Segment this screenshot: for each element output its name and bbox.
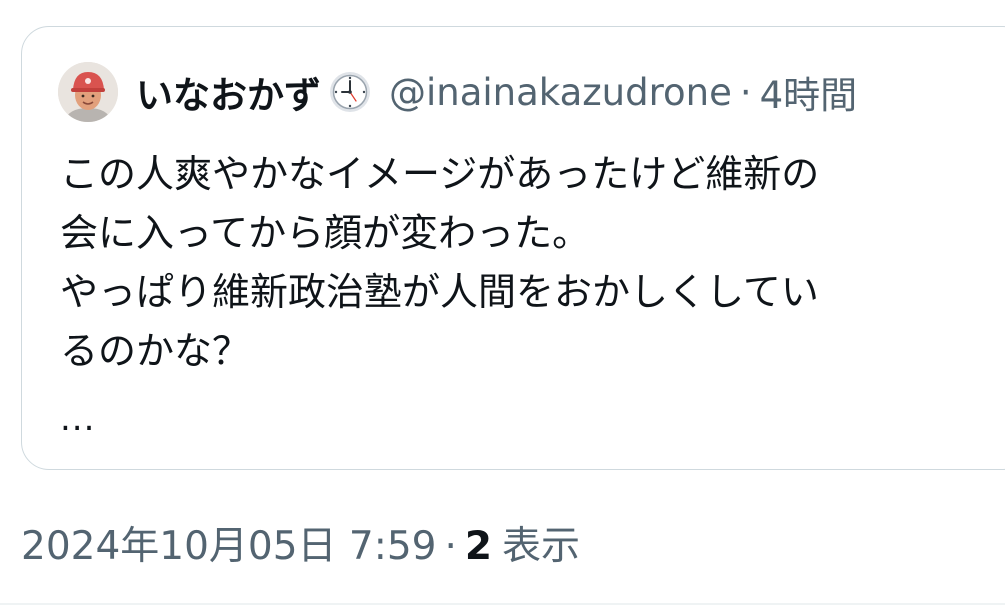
truncation-ellipsis: ... [60,399,96,439]
tweet-meta: 2024年10月05日 7:59 · 2 表示 [21,515,580,571]
quoted-tweet-header: いなおかず @inainakazudrone · 4時間 [58,61,857,123]
relative-time[interactable]: 4時間 [760,65,858,119]
views-count: 2 [464,524,493,569]
views-label: 表示 [502,524,581,569]
header-separator: · [739,70,752,114]
avatar-image [58,62,118,122]
divider [0,603,1005,605]
tweet-timestamp[interactable]: 2024年10月05日 7:59 [21,515,436,571]
meta-separator: · [444,524,457,569]
tweet-text-line: 会に入ってから顔が変わった。 [60,211,591,255]
tweet-text-line: この人爽やかなイメージがあったけど維新の [60,152,820,196]
quoted-tweet-text: この人爽やかなイメージがあったけど維新の 会に入ってから顔が変わった。 やっぱり… [60,145,980,381]
tweet-detail: いなおかず @inainakazudrone · 4時間 この人爽やかなイメージ… [0,0,1005,607]
quoted-tweet-card[interactable]: いなおかず @inainakazudrone · 4時間 この人爽やかなイメージ… [21,26,1005,470]
tweet-text-line: やっぱり維新政治塾が人間をおかしくしてい [60,270,819,314]
tweet-text-line: るのかな？ [60,329,251,373]
display-name[interactable]: いなおかず [136,65,321,119]
avatar[interactable] [58,62,118,122]
clock-icon [327,69,373,115]
user-handle[interactable]: @inainakazudrone [389,71,732,114]
